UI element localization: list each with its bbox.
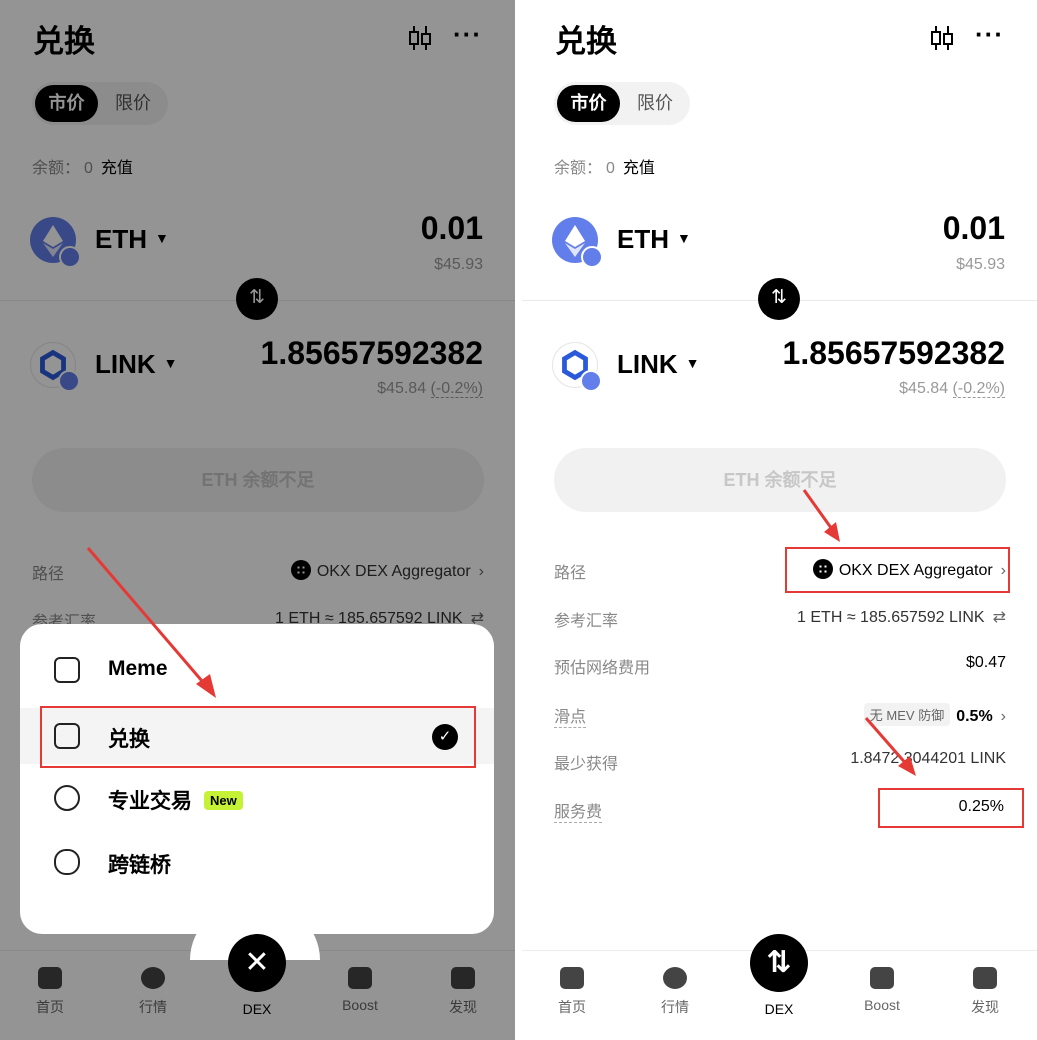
panel-gap xyxy=(515,0,522,1040)
left-screen: 兑换 ··· 市价 限价 余额： 0 充值 ETH ▼ 0.01 $45.93 ⇅ L… xyxy=(0,0,515,1040)
annotation-arrows xyxy=(802,489,916,776)
right-screen: 兑换 ··· 市价 限价 余额： 0 充值 ETH ▼ 0.01 $45.93 ⇅ L… xyxy=(522,0,1037,1040)
annotation-arrow xyxy=(86,547,216,698)
